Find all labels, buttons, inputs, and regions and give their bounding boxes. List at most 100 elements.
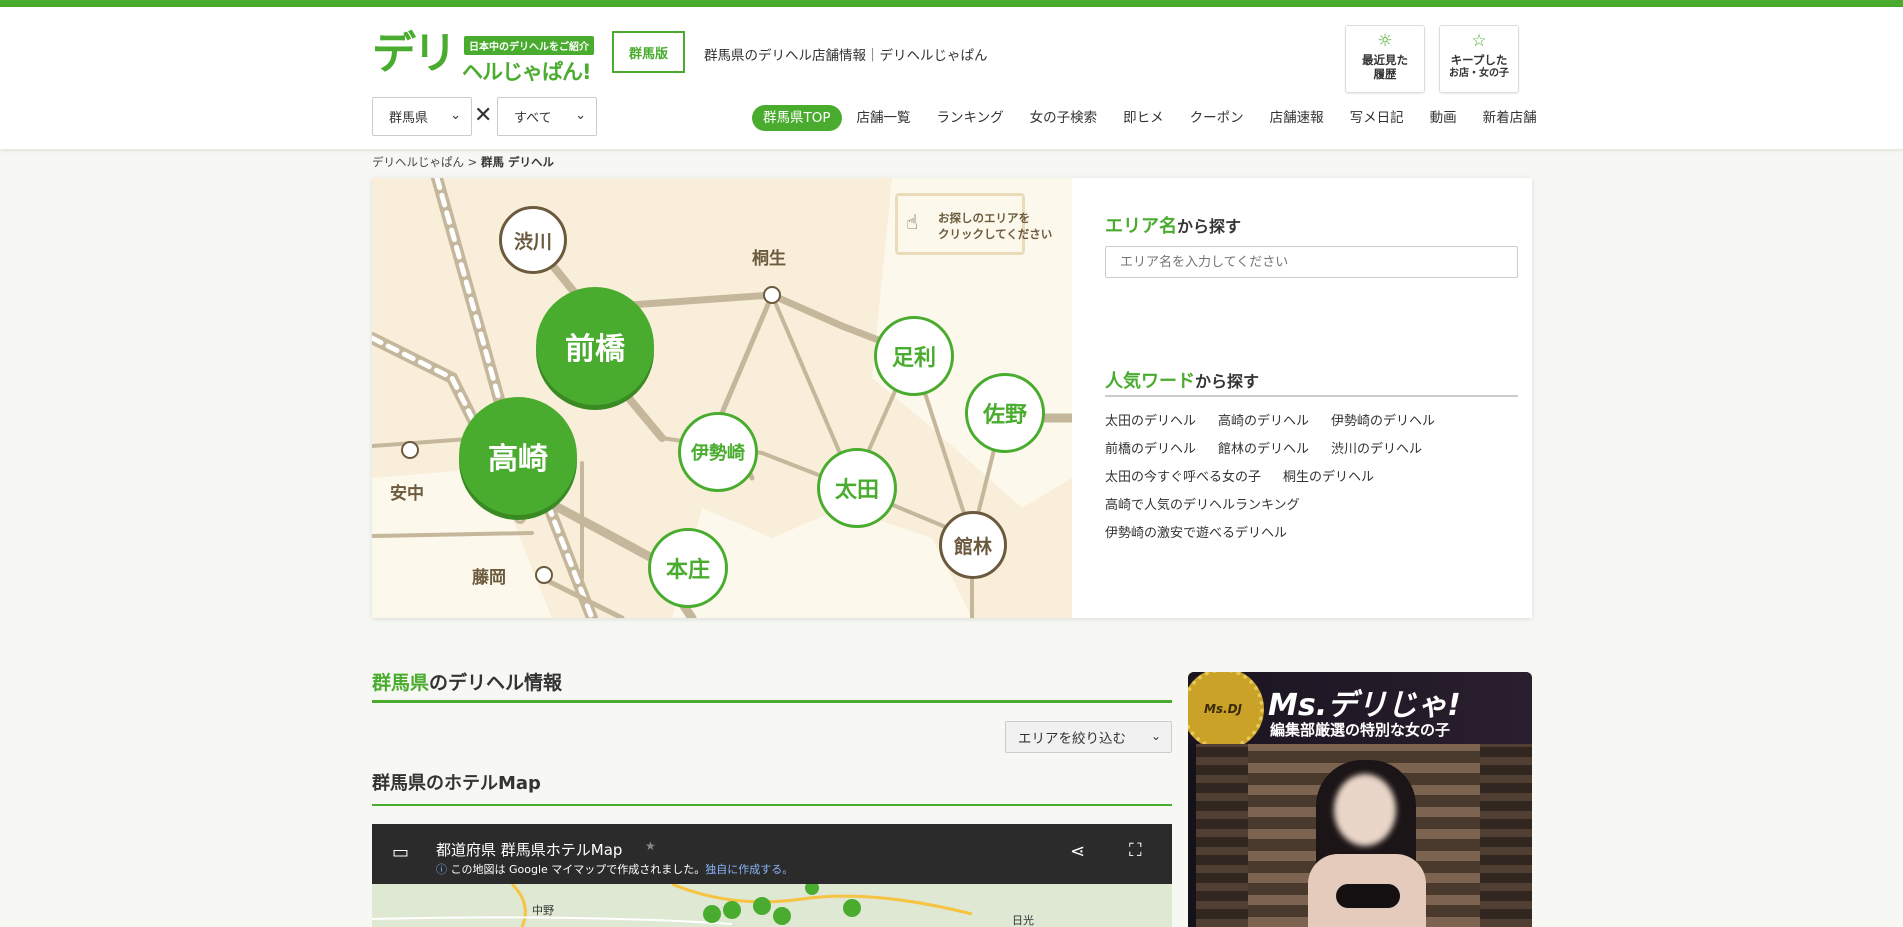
map-place-label: 日光 (1012, 914, 1034, 927)
area-takasaki[interactable]: 高崎 (459, 397, 577, 515)
edition-badge[interactable]: 群馬版 (612, 31, 685, 73)
chevron-down-icon: ⌄ (1150, 729, 1161, 743)
nav-item-shop-news[interactable]: 店舗速報 (1257, 105, 1337, 131)
area-isesaki[interactable]: 伊勢崎 (678, 412, 758, 492)
nav-item-shops[interactable]: 店舗一覧 (844, 105, 924, 131)
area-search-input[interactable] (1105, 246, 1518, 278)
seal-text: Ms.DJ (1203, 702, 1243, 716)
star-icon[interactable]: ★ (645, 839, 656, 853)
top-accent-bar (0, 0, 1903, 7)
info-title-highlight: 群馬県 (372, 672, 430, 694)
site-logo[interactable]: デリ 日本中のデリヘルをご紹介 ヘルじゃぱん! (372, 26, 602, 84)
logo-sub-text: ヘルじゃぱん! (462, 60, 592, 84)
star-icon: ☆ (1471, 31, 1487, 51)
prefecture-value: 群馬県 (389, 111, 429, 126)
map-header-bar: ▭ 都道府県 群馬県ホテルMap ★ ⓘ この地図は Google マイマップで… (372, 824, 1172, 884)
chevron-down-icon: ⌄ (575, 108, 586, 123)
popular-word-link[interactable]: 館林のデリヘル (1218, 442, 1309, 457)
breadcrumb-current: 群馬 デリヘル (480, 155, 554, 169)
popular-word-link[interactable]: 桐生のデリヘル (1283, 470, 1374, 485)
nav-item-top[interactable]: 群馬県TOP (752, 105, 842, 131)
banner-photo-area (1196, 744, 1532, 927)
hotel-map-embed[interactable]: 中野 日光 ▭ 都道府県 群馬県ホテルMap ★ ⓘ この地図は Google … (372, 824, 1172, 927)
popular-words-row: 前橋のデリヘル 館林のデリヘル 渋川のデリヘル (1105, 438, 1444, 457)
station-annaka-marker (401, 441, 419, 459)
station-fujioka-marker (535, 566, 553, 584)
nav-item-ranking[interactable]: ランキング (924, 105, 1017, 131)
popular-word-link[interactable]: 前橋のデリヘル (1105, 442, 1196, 457)
area-ota[interactable]: 太田 (817, 448, 897, 528)
sidebar-toggle-icon[interactable]: ▭ (392, 842, 409, 863)
map-embed-note: ⓘ この地図は Google マイマップで作成されました。独自に作成する。 (436, 861, 793, 877)
history-label-2: 履歴 (1373, 67, 1397, 81)
area-filter-select[interactable]: エリアを絞り込む ⌄ (1005, 721, 1172, 753)
logo-main-text: デリ (372, 28, 457, 79)
station-annaka-label[interactable]: 安中 (390, 479, 424, 504)
area-filter-label: エリアを絞り込む (1018, 731, 1126, 747)
popular-word-link[interactable]: 伊勢崎のデリヘル (1331, 414, 1435, 429)
nav-item-girl-search[interactable]: 女の子検索 (1017, 105, 1111, 131)
map-hint-box: ☝ お探しのエリアを クリックしてください (895, 193, 1052, 255)
history-label-1: 最近見た (1362, 53, 1408, 67)
station-kiryu-label[interactable]: 桐生 (752, 244, 786, 269)
nav-item-photo-diary[interactable]: 写メ日記 (1337, 105, 1417, 131)
keep-label-1: キープした (1450, 53, 1508, 67)
section-divider (372, 804, 1172, 806)
cursor-click-icon: ☝ (906, 210, 919, 234)
breadcrumb-separator: > (467, 155, 478, 169)
popular-word-link[interactable]: 高崎のデリヘル (1218, 414, 1309, 429)
area-sano[interactable]: 佐野 (965, 373, 1045, 453)
history-button[interactable]: ☼ 最近見た 履歴 (1345, 25, 1425, 93)
popular-word-link[interactable]: 渋川のデリヘル (1331, 442, 1422, 457)
map-place-label: 中野 (532, 904, 554, 917)
nav-item-new-shops[interactable]: 新着店舗 (1470, 105, 1550, 131)
map-note-link[interactable]: 独自に作成する。 (705, 863, 793, 876)
area-ashikaga[interactable]: 足利 (874, 316, 954, 396)
main-nav: 群馬県TOP 店舗一覧 ランキング 女の子検索 即ヒメ クーポン 店舗速報 写メ… (752, 104, 1550, 132)
search-panel: エリア名から探す 人気ワードから探す 太田のデリヘル高崎のデリヘル伊勢崎のデリヘ… (1105, 178, 1519, 618)
info-title-rest: のデリヘル情報 (429, 672, 563, 694)
filter-separator: ✕ (474, 103, 493, 128)
area-shibukawa[interactable]: 渋川 (499, 206, 567, 274)
breadcrumb-home[interactable]: デリヘルじゃぱん (372, 155, 464, 169)
bookshelf-image (1196, 744, 1248, 927)
site-header: デリ 日本中のデリヘルをご紹介 ヘルじゃぱん! 群馬版 群馬県のデリヘル店舗情報… (0, 7, 1903, 149)
info-icon: ⓘ (436, 863, 447, 876)
popular-words-divider (1105, 395, 1518, 397)
map-note-text: この地図は Google マイマップで作成されました。 (450, 863, 706, 876)
keep-button[interactable]: ☆ キープした お店・女の子 (1439, 25, 1519, 93)
area-map: ☝ お探しのエリアを クリックしてください 渋川 前橋 高崎 足利 佐野 伊勢崎… (372, 178, 1072, 618)
site-description: 群馬県のデリヘル店舗情報｜デリヘルじゃぱん (704, 48, 988, 64)
banner-slogan: 編集部厳選の特別な女の子 (1270, 721, 1451, 739)
station-kiryu-marker (763, 286, 781, 304)
sun-icon: ☼ (1377, 31, 1393, 51)
model-garment-image (1336, 884, 1400, 908)
nav-item-sokuhime[interactable]: 即ヒメ (1110, 105, 1177, 131)
nav-item-coupon[interactable]: クーポン (1177, 105, 1257, 131)
info-section-title: 群馬県のデリヘル情報 (372, 668, 562, 695)
logo-tagline: 日本中のデリヘルをご紹介 (464, 36, 594, 55)
popular-word-link[interactable]: 高崎で人気のデリヘルランキング (1105, 498, 1300, 513)
banner-brand: Ms.デリじゃ! (1268, 688, 1461, 723)
area-search-title-rest: から探す (1177, 217, 1242, 236)
station-fujioka-label[interactable]: 藤岡 (472, 563, 506, 588)
category-select[interactable]: すべて ⌄ (497, 97, 597, 136)
ms-derija-banner[interactable]: Ms.DJ Ms.デリじゃ! 編集部厳選の特別な女の子 (1188, 672, 1532, 927)
popular-words-title-rest: から探す (1195, 372, 1260, 391)
section-divider (372, 700, 1172, 703)
area-honjo[interactable]: 本庄 (648, 528, 728, 608)
fullscreen-icon[interactable]: ⛶ (1129, 840, 1142, 861)
nav-item-video[interactable]: 動画 (1417, 105, 1470, 131)
popular-word-link[interactable]: 太田のデリヘル (1105, 414, 1196, 429)
bookshelf-image (1480, 744, 1532, 927)
popular-word-link[interactable]: 伊勢崎の激安で遊べるデリヘル (1105, 526, 1287, 541)
model-face-blur (1334, 774, 1396, 846)
prefecture-select[interactable]: 群馬県 ⌄ (372, 97, 472, 136)
hotel-map-title: 群馬県のホテルMap (372, 773, 541, 794)
share-icon[interactable]: ⋖ (1070, 841, 1085, 862)
area-tatebayashi[interactable]: 館林 (939, 511, 1007, 579)
map-hint-line-1: お探しのエリアを (938, 211, 1030, 225)
popular-word-link[interactable]: 太田の今すぐ呼べる女の子 (1105, 470, 1261, 485)
area-maebashi[interactable]: 前橋 (536, 287, 654, 405)
category-value: すべて (514, 111, 552, 126)
